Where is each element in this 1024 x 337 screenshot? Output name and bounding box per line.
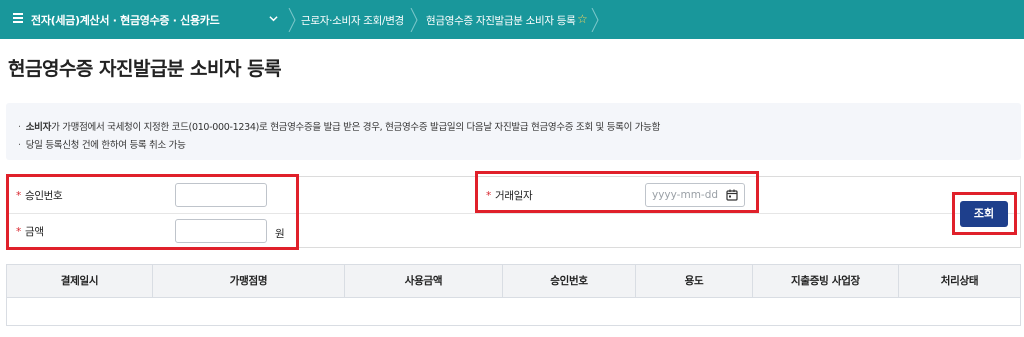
notice-bold-text: 소비자 xyxy=(25,122,52,133)
notice-text: 가 가맹점에서 국세청이 지정한 코드(010-000-1234)로 현금영수증… xyxy=(51,122,661,133)
hamburger-icon[interactable] xyxy=(13,13,23,23)
notice-box: · 소비자가 가맹점에서 국세청이 지정한 코드(010-000-1234)로 현… xyxy=(6,103,1021,160)
column-header: 지출증빙 사업장 xyxy=(753,265,899,298)
required-mark: * xyxy=(16,190,21,202)
approval-number-label: * 승인번호 xyxy=(16,188,63,203)
star-icon[interactable]: ☆ xyxy=(577,12,588,26)
search-form xyxy=(6,176,1021,248)
required-mark: * xyxy=(16,226,21,238)
column-header: 가맹점명 xyxy=(153,265,345,298)
amount-unit: 원 xyxy=(275,228,285,240)
calendar-icon[interactable] xyxy=(726,189,738,201)
table-header: 결제일시 가맹점명 사용금액 승인번호 용도 지출증빙 사업장 처리상태 xyxy=(7,265,1020,298)
notice-line-1: · 소비자가 가맹점에서 국세청이 지정한 코드(010-000-1234)로 현… xyxy=(18,119,660,133)
results-table: 결제일시 가맹점명 사용금액 승인번호 용도 지출증빙 사업장 처리상태 xyxy=(6,264,1021,326)
notice-line-2: · 당일 등록신청 건에 한하여 등록 취소 가능 xyxy=(18,137,186,151)
column-header: 결제일시 xyxy=(7,265,153,298)
breadcrumb-separator-icon xyxy=(410,8,418,32)
column-header: 용도 xyxy=(636,265,753,298)
notice-text: 당일 등록신청 건에 한하여 등록 취소 가능 xyxy=(25,140,186,151)
transaction-date-label-text: 거래일자 xyxy=(494,190,533,202)
breadcrumb-level3[interactable]: 현금영수증 자진발급분 소비자 등록 xyxy=(426,13,576,28)
required-mark: * xyxy=(486,190,491,202)
column-header: 사용금액 xyxy=(345,265,503,298)
approval-number-label-text: 승인번호 xyxy=(24,190,63,202)
chevron-down-icon[interactable] xyxy=(269,14,278,23)
amount-label: * 금액 xyxy=(16,224,44,239)
breadcrumb-main-menu[interactable]: 전자(세금)계산서 · 현금영수증 · 신용카드 xyxy=(31,12,220,28)
column-header: 처리상태 xyxy=(940,275,979,287)
amount-label-text: 금액 xyxy=(24,226,44,238)
amount-input[interactable] xyxy=(175,219,267,243)
breadcrumb-separator-icon xyxy=(591,8,599,32)
bullet-icon: · xyxy=(18,140,21,151)
approval-number-input[interactable] xyxy=(175,183,267,207)
bullet-icon: · xyxy=(18,122,21,133)
search-button[interactable]: 조회 xyxy=(960,201,1008,227)
transaction-date-input[interactable]: yyyy-mm-dd xyxy=(645,183,745,207)
page-title: 현금영수증 자진발급분 소비자 등록 xyxy=(8,58,282,80)
top-nav-bar: 전자(세금)계산서 · 현금영수증 · 신용카드 근로자·소비자 조회/변경 현… xyxy=(0,0,1024,39)
date-placeholder: yyyy-mm-dd xyxy=(652,189,719,201)
breadcrumb-separator-icon xyxy=(288,8,296,32)
breadcrumb-level2[interactable]: 근로자·소비자 조회/변경 xyxy=(301,13,404,28)
form-row-divider xyxy=(7,213,1020,214)
column-header: 승인번호 xyxy=(503,265,636,298)
transaction-date-label: * 거래일자 xyxy=(486,188,533,203)
